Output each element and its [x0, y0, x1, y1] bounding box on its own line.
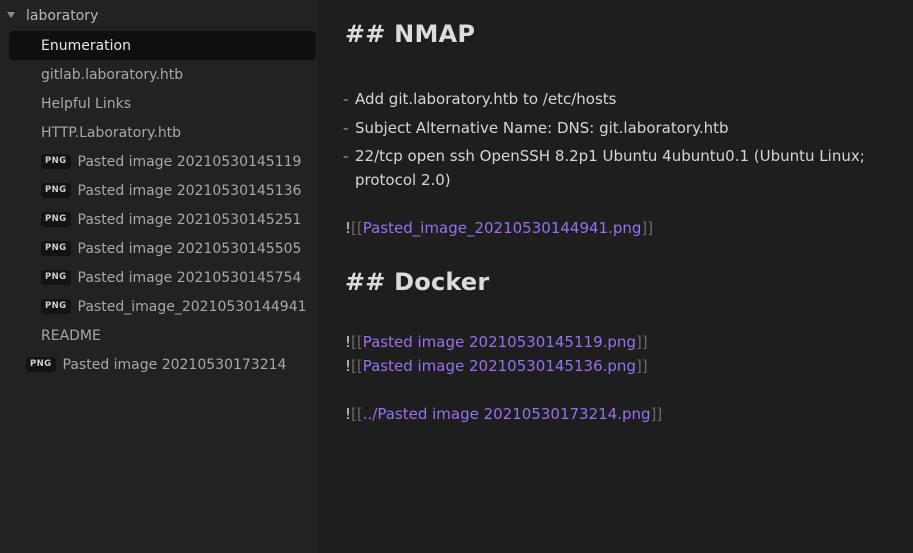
file-item-http-laboratory[interactable]: HTTP.Laboratory.htb	[41, 118, 181, 147]
file-item-pasted-image[interactable]: PNG Pasted image 20210530145505	[41, 234, 301, 263]
embed-close-brackets: ]]	[650, 405, 663, 423]
file-item-pasted-image[interactable]: PNG Pasted image 20210530145251	[41, 205, 301, 234]
file-label: Pasted image 20210530145505	[77, 240, 302, 257]
file-label: Pasted_image_20210530144941	[77, 298, 307, 315]
image-embed-link[interactable]: ![[Pasted image 20210530145119.png]]	[345, 331, 648, 353]
editor-pane[interactable]: ## NMAP - Add git.laboratory.htb to /etc…	[319, 0, 913, 553]
png-badge: PNG	[41, 299, 71, 314]
embed-close-brackets: ]]	[641, 219, 654, 237]
image-embed-link[interactable]: ![[Pasted_image_20210530144941.png]]	[345, 217, 653, 239]
embed-link-text[interactable]: Pasted image 20210530145119.png	[363, 333, 636, 351]
folder-label: laboratory	[26, 8, 99, 24]
png-badge: PNG	[41, 154, 71, 169]
file-item-readme[interactable]: README	[41, 321, 101, 350]
embed-link-text[interactable]: ../Pasted image 20210530173214.png	[363, 405, 651, 423]
file-item-pasted-image[interactable]: PNG Pasted image 20210530145136	[41, 176, 301, 205]
file-label: Enumeration	[41, 37, 131, 54]
list-item: - Subject Alternative Name: DNS: git.lab…	[343, 116, 883, 140]
embed-close-brackets: ]]	[635, 357, 648, 375]
list-dash: -	[343, 147, 349, 165]
file-label: Pasted image 20210530145136	[77, 182, 302, 199]
heading-nmap: ## NMAP	[345, 20, 476, 48]
file-label: Pasted image 20210530145251	[77, 211, 302, 228]
list-item: - Add git.laboratory.htb to /etc/hosts	[343, 87, 883, 111]
file-item-pasted-image[interactable]: PNG Pasted image 20210530145119	[41, 147, 301, 176]
png-badge: PNG	[41, 183, 71, 198]
file-explorer-sidebar: laboratory Enumeration gitlab.laboratory…	[0, 0, 319, 553]
file-item-pasted-image[interactable]: PNG Pasted_image_20210530144941	[41, 292, 307, 321]
embed-link-text[interactable]: Pasted image 20210530145136.png	[363, 357, 636, 375]
png-badge: PNG	[26, 357, 56, 372]
list-dash: -	[343, 119, 349, 137]
folder-laboratory[interactable]: laboratory	[0, 4, 318, 30]
file-label: Pasted image 20210530145119	[77, 153, 302, 170]
png-badge: PNG	[41, 212, 71, 227]
file-item-root-pasted-image[interactable]: PNG Pasted image 20210530173214	[26, 350, 286, 379]
list-item-text: Subject Alternative Name: DNS: git.labor…	[355, 119, 729, 137]
file-label: gitlab.laboratory.htb	[41, 66, 184, 83]
file-item-enumeration[interactable]: Enumeration	[9, 31, 316, 60]
file-label: README	[41, 327, 101, 344]
embed-open-brackets: [[	[351, 357, 363, 375]
embed-close-brackets: ]]	[635, 333, 648, 351]
embed-link-text[interactable]: Pasted_image_20210530144941.png	[363, 219, 642, 237]
embed-open-brackets: [[	[351, 333, 363, 351]
list-item-text: Add git.laboratory.htb to /etc/hosts	[355, 90, 617, 108]
file-label: Helpful Links	[41, 95, 132, 112]
embed-open-brackets: [[	[351, 219, 363, 237]
image-embed-link[interactable]: ![[Pasted image 20210530145136.png]]	[345, 355, 648, 377]
list-item: - 22/tcp open ssh OpenSSH 8.2p1 Ubuntu 4…	[343, 144, 883, 192]
file-item-gitlab[interactable]: gitlab.laboratory.htb	[41, 60, 183, 89]
file-item-pasted-image[interactable]: PNG Pasted image 20210530145754	[41, 263, 301, 292]
file-label: Pasted image 20210530145754	[77, 269, 302, 286]
image-embed-link[interactable]: ![[../Pasted image 20210530173214.png]]	[345, 403, 662, 425]
png-badge: PNG	[41, 270, 71, 285]
file-label: Pasted image 20210530173214	[62, 356, 287, 373]
chevron-down-icon[interactable]	[7, 12, 15, 18]
embed-open-brackets: [[	[351, 405, 363, 423]
heading-docker: ## Docker	[345, 268, 490, 296]
list-item-text: 22/tcp open ssh OpenSSH 8.2p1 Ubuntu 4ub…	[355, 147, 865, 189]
png-badge: PNG	[41, 241, 71, 256]
list-dash: -	[343, 90, 349, 108]
app-window: laboratory Enumeration gitlab.laboratory…	[0, 0, 913, 553]
file-item-helpful-links[interactable]: Helpful Links	[41, 89, 131, 118]
file-label: HTTP.Laboratory.htb	[41, 124, 182, 141]
